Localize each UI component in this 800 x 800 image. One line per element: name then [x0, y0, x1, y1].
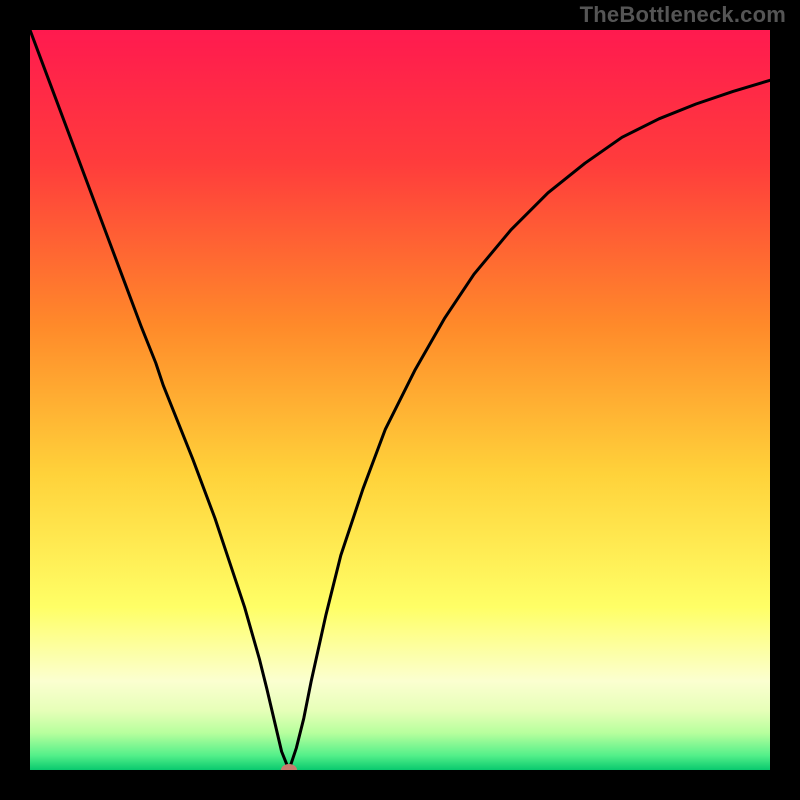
- background-gradient: [30, 30, 770, 770]
- chart-container: TheBottleneck.com: [0, 0, 800, 800]
- watermark-text: TheBottleneck.com: [580, 2, 786, 28]
- min-marker: [281, 764, 297, 770]
- plot-area: [30, 30, 770, 770]
